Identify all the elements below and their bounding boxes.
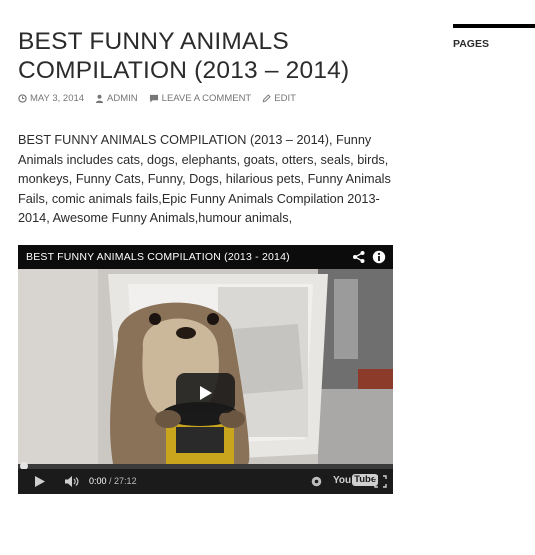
post-date[interactable]: MAY 3, 2014 <box>30 93 84 104</box>
post-author-link[interactable]: ADMIN <box>95 93 138 104</box>
clock-icon <box>18 94 27 103</box>
user-icon <box>95 94 104 103</box>
time-display: 0:00 / 27:12 <box>89 476 137 486</box>
sidebar-pages-heading: PAGES <box>453 38 489 50</box>
settings-icon[interactable] <box>310 475 323 488</box>
video-player[interactable]: BEST FUNNY ANIMALS COMPILATION (2013 - 2… <box>18 245 393 494</box>
duration: 27:12 <box>114 476 137 486</box>
volume-icon[interactable] <box>64 475 80 488</box>
pencil-icon <box>262 94 271 103</box>
play-icon <box>200 386 212 400</box>
share-icon[interactable] <box>352 250 366 264</box>
current-time: 0:00 <box>89 476 107 486</box>
post-date-link[interactable]: MAY 3, 2014 <box>18 93 84 104</box>
post-author[interactable]: ADMIN <box>107 93 138 104</box>
post-title[interactable]: BEST FUNNY ANIMALS COMPILATION (2013 – 2… <box>18 27 418 85</box>
time-separator: / <box>106 476 115 486</box>
comment-icon <box>149 94 158 103</box>
info-icon[interactable] <box>372 250 386 264</box>
leave-comment-label[interactable]: LEAVE A COMMENT <box>162 93 252 104</box>
post-content: BEST FUNNY ANIMALS COMPILATION (2013 – 2… <box>18 133 391 225</box>
video-controls: 0:00 / 27:12 You Tube <box>18 469 393 494</box>
leave-comment-link[interactable]: LEAVE A COMMENT <box>149 93 252 104</box>
video-frame[interactable] <box>18 269 393 464</box>
video-title-bar: BEST FUNNY ANIMALS COMPILATION (2013 - 2… <box>18 245 393 269</box>
edit-link[interactable]: EDIT <box>262 93 296 104</box>
entry-meta: MAY 3, 2014 ADMIN LEAVE A COMMENT EDIT <box>18 93 307 104</box>
video-title[interactable]: BEST FUNNY ANIMALS COMPILATION (2013 - 2… <box>26 251 290 263</box>
youtube-logo-you: You <box>333 474 352 486</box>
play-icon[interactable] <box>33 475 46 488</box>
edit-label[interactable]: EDIT <box>274 93 296 104</box>
play-button[interactable] <box>176 373 235 413</box>
fullscreen-icon[interactable] <box>374 475 387 488</box>
video-thumbnail <box>18 269 393 464</box>
youtube-logo[interactable]: You Tube <box>333 474 379 486</box>
sidebar-divider <box>453 24 535 28</box>
